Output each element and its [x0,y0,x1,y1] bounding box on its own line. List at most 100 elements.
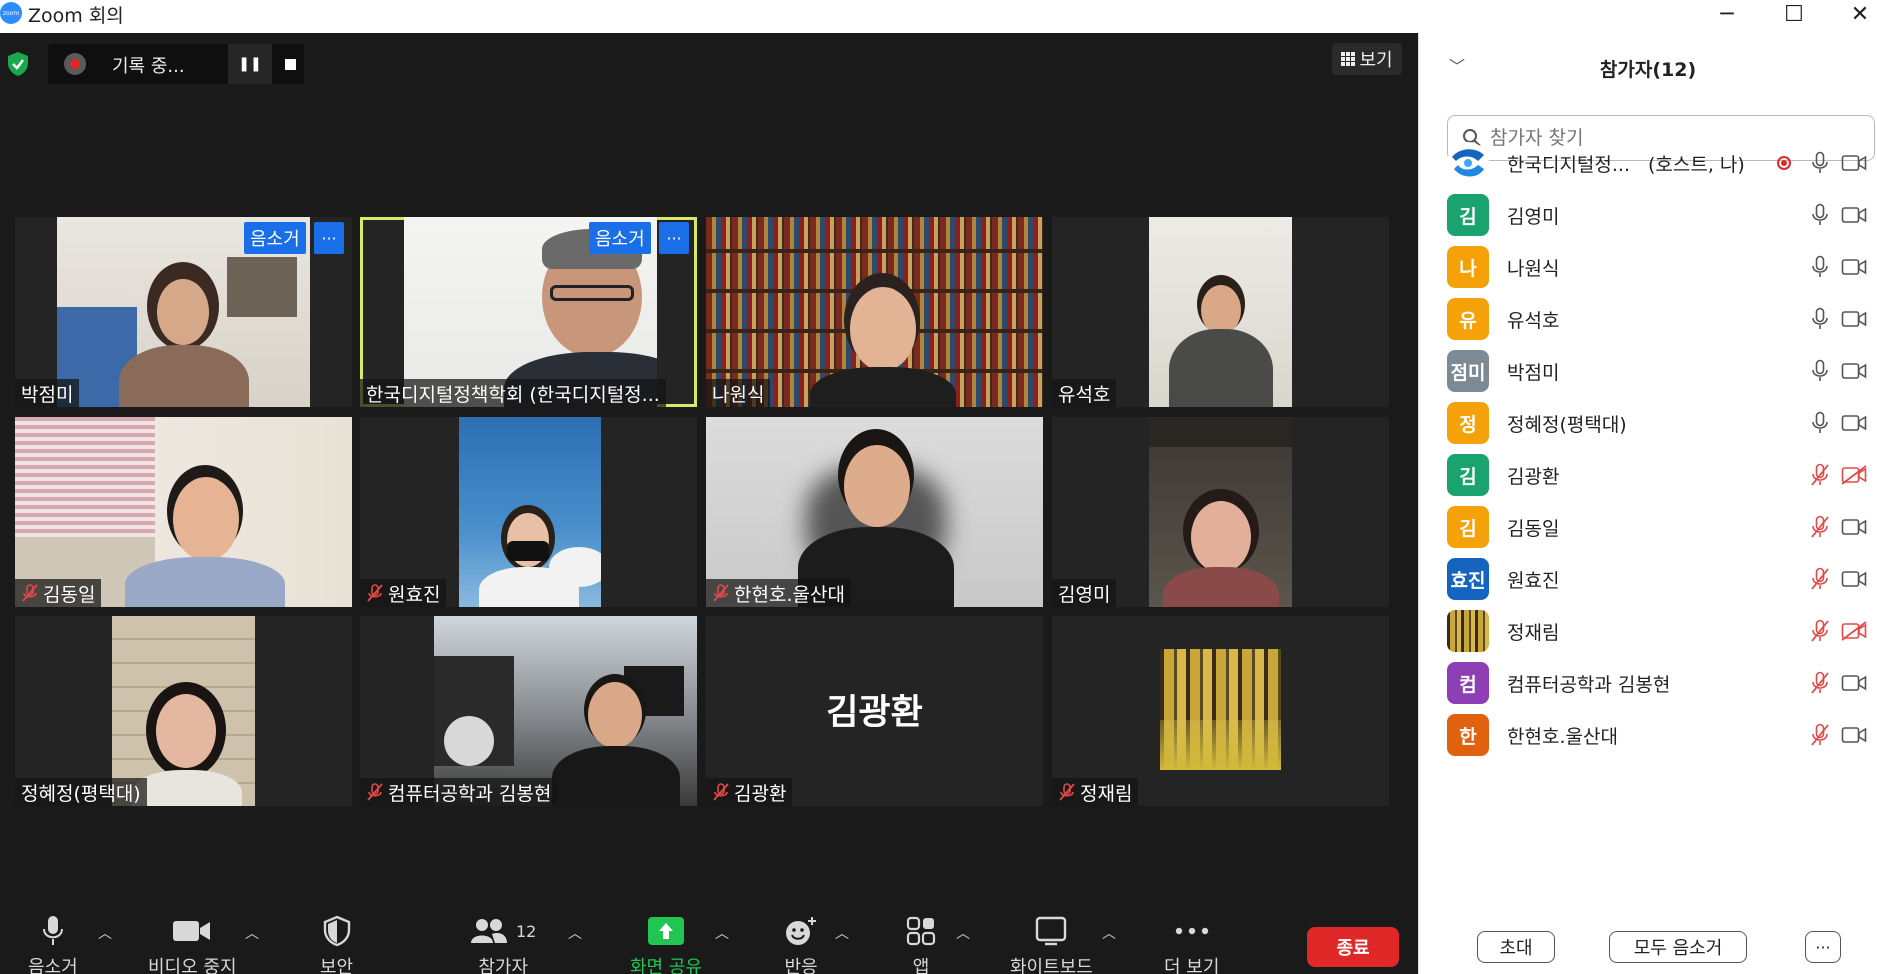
end-meeting-button[interactable]: 종료 [1307,927,1399,967]
more-dots-icon [1175,927,1208,935]
more-button[interactable]: 더 보기 [1164,913,1219,974]
video-camera-icon[interactable] [1841,153,1867,173]
recording-icon [1777,156,1791,170]
view-button-label: 보기 [1359,50,1393,71]
participant-row[interactable]: 점미 박점미 [1447,345,1867,397]
whiteboard-button[interactable]: 화이트보드 [1010,913,1093,974]
panel-more-button[interactable]: ··· [1805,931,1841,963]
video-options-caret[interactable]: ︿ [245,923,259,943]
video-tile[interactable]: 김영미 [1052,417,1389,607]
microphone-muted-icon[interactable] [1811,515,1829,539]
tile-more-button[interactable]: ··· [659,222,689,254]
microphone-icon[interactable] [1811,203,1829,227]
microphone-muted-icon[interactable] [1811,567,1829,591]
encryption-shield-icon[interactable] [6,51,30,77]
video-tile[interactable]: 김광환 김광환 [706,616,1043,806]
tile-more-button[interactable]: ··· [314,222,344,254]
participant-row[interactable]: 정재림 [1447,605,1867,657]
invite-button[interactable]: 초대 [1477,931,1555,963]
video-tile[interactable]: 음소거 ··· 박점미 [15,217,352,407]
participant-row[interactable]: 나 나원식 [1447,241,1867,293]
microphone-icon[interactable] [1811,411,1829,435]
zoom-window: zoom Zoom 회의 ─ ☐ ✕ 기록 중... ❚❚ 보기 음소거 ···… [0,0,1877,974]
mute-all-button[interactable]: 모두 음소거 [1609,931,1747,963]
minimize-button[interactable]: ─ [1697,0,1757,28]
stop-video-button[interactable]: 비디오 중지 [148,913,237,974]
participant-row[interactable]: 효진 원효진 [1447,553,1867,605]
participant-row[interactable]: 김 김동일 [1447,501,1867,553]
reactions-button[interactable]: 반응 [783,913,819,974]
reactions-options-caret[interactable]: ︿ [835,923,849,943]
video-tile[interactable]: 나원식 [706,217,1043,407]
video-camera-icon[interactable] [1841,309,1867,329]
mute-participant-button[interactable]: 음소거 [244,222,306,254]
microphone-icon[interactable] [1811,151,1829,175]
tile-name: 유석호 [1052,379,1117,407]
security-button[interactable]: 보안 [320,913,353,974]
apps-button[interactable]: 앱 [906,913,936,974]
mute-button[interactable]: 음소거 [28,913,78,974]
microphone-muted-icon[interactable] [1811,671,1829,695]
apps-options-caret[interactable]: ︿ [956,923,970,943]
title-bar: zoom Zoom 회의 ─ ☐ ✕ [0,0,1877,33]
close-button[interactable]: ✕ [1830,0,1877,28]
participant-name: 정혜정(평택대) [1507,413,1627,436]
video-tile[interactable]: 한현호.울산대 [706,417,1043,607]
video-camera-off-icon[interactable] [1841,465,1867,485]
video-camera-icon[interactable] [1841,205,1867,225]
participants-count: 12 [516,921,537,941]
participant-name: 박점미 [1507,361,1560,384]
participant-name: 원효진 [1507,569,1560,592]
participant-row[interactable]: 컴 컴퓨터공학과 김봉현 [1447,657,1867,709]
microphone-icon[interactable] [1811,307,1829,331]
share-options-caret[interactable]: ︿ [715,923,729,943]
pause-recording-button[interactable]: ❚❚ [228,44,272,84]
participant-row[interactable]: 한 한현호.울산대 [1447,709,1867,761]
avatar: 나 [1447,246,1489,288]
video-camera-icon[interactable] [1841,413,1867,433]
video-camera-icon[interactable] [1841,725,1867,745]
microphone-muted-icon[interactable] [1811,723,1829,747]
microphone-muted-icon[interactable] [1811,463,1829,487]
video-tile[interactable]: 김동일 [15,417,352,607]
tile-name: 나원식 [706,379,771,407]
video-camera-off-icon[interactable] [1841,621,1867,641]
share-screen-button[interactable]: 화면 공유 [630,913,702,974]
mute-participant-button[interactable]: 음소거 [589,222,651,254]
participant-name: 정재림 [1507,621,1560,644]
video-camera-icon[interactable] [1841,361,1867,381]
microphone-muted-icon[interactable] [1811,619,1829,643]
participant-name: 유석호 [1507,309,1560,332]
view-button[interactable]: 보기 [1332,43,1402,75]
participant-role: (호스트, 나) [1648,153,1745,176]
recording-dot-icon [64,53,86,75]
video-tile[interactable]: 유석호 [1052,217,1389,407]
mic-muted-icon [713,584,729,602]
microphone-icon[interactable] [1811,255,1829,279]
participant-row[interactable]: 한국디지털정... (호스트, 나) [1447,137,1867,189]
audio-options-caret[interactable]: ︿ [98,923,112,943]
video-tile-active-speaker[interactable]: 음소거 ··· 한국디지털정책학회 (한국디지털정... [360,217,697,407]
maximize-button[interactable]: ☐ [1764,0,1824,28]
video-camera-icon[interactable] [1841,673,1867,693]
video-camera-icon[interactable] [1841,569,1867,589]
participants-options-caret[interactable]: ︿ [568,923,582,943]
participants-button[interactable]: 12 참가자 [470,913,536,974]
participant-row[interactable]: 정 정혜정(평택대) [1447,397,1867,449]
reactions-emoji-icon [786,917,816,945]
tile-name: 한국디지털정책학회 (한국디지털정... [360,379,666,407]
stop-recording-button[interactable] [276,44,304,84]
avatar: 효진 [1447,558,1489,600]
video-tile[interactable]: 컴퓨터공학과 김봉현 [360,616,697,806]
video-tile[interactable]: 정혜정(평택대) [15,616,352,806]
video-camera-icon[interactable] [1841,257,1867,277]
profile-picture [1160,649,1281,770]
participant-row[interactable]: 유 유석호 [1447,293,1867,345]
video-camera-icon[interactable] [1841,517,1867,537]
video-tile[interactable]: 정재림 [1052,616,1389,806]
participant-row[interactable]: 김 김광환 [1447,449,1867,501]
whiteboard-options-caret[interactable]: ︿ [1102,923,1116,943]
video-tile[interactable]: 원효진 [360,417,697,607]
microphone-icon[interactable] [1811,359,1829,383]
participant-row[interactable]: 김 김영미 [1447,189,1867,241]
